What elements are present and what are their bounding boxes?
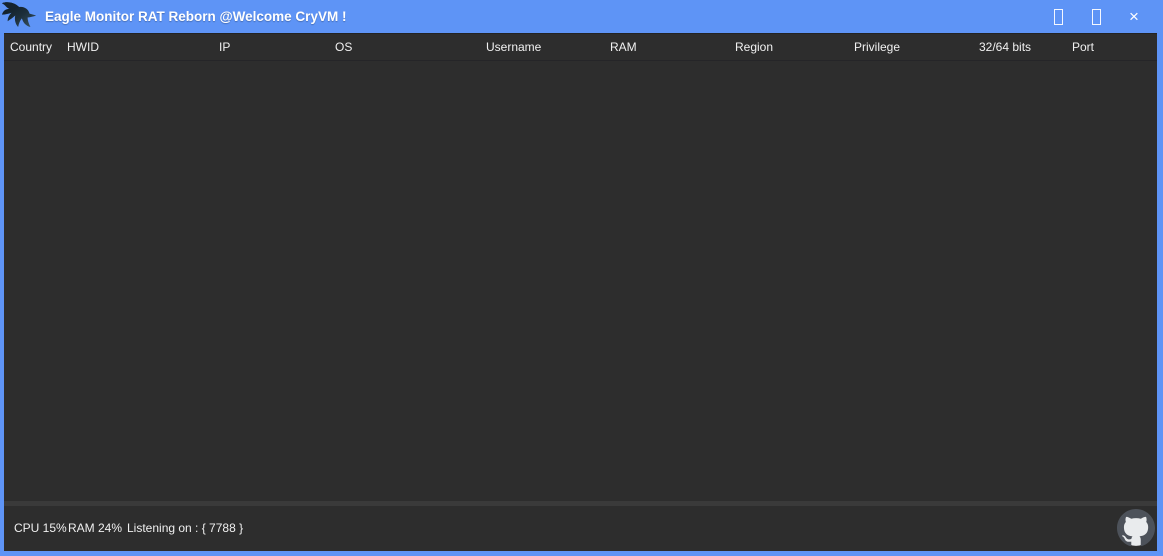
column-header-privilege[interactable]: Privilege: [854, 34, 900, 61]
statusbar: CPU 15% RAM 24% Listening on : { 7788 }: [4, 506, 1157, 551]
listening-port-label: Listening on : { 7788 }: [127, 506, 243, 551]
window-title: Eagle Monitor RAT Reborn @Welcome CryVM …: [45, 0, 346, 33]
column-header-ip[interactable]: IP: [219, 34, 230, 61]
client-table-header: Country HWID IP OS Username RAM Region Privileg…: [4, 34, 1157, 61]
eagle-logo-icon: [1, 0, 39, 33]
maximize-icon: [1092, 9, 1101, 25]
column-header-32-64-bits[interactable]: 32/64 bits: [979, 34, 1031, 61]
window-controls: ×: [1039, 0, 1153, 33]
ram-usage-label: RAM 24%: [68, 506, 122, 551]
github-icon[interactable]: [1117, 509, 1155, 547]
column-header-country[interactable]: Country: [10, 34, 52, 61]
column-header-region[interactable]: Region: [735, 34, 773, 61]
column-header-ram[interactable]: RAM: [610, 34, 637, 61]
close-icon: ×: [1129, 8, 1139, 25]
minimize-button[interactable]: [1039, 0, 1077, 33]
column-header-username[interactable]: Username: [486, 34, 541, 61]
client-table-body[interactable]: [4, 62, 1157, 507]
minimize-icon: [1054, 9, 1063, 25]
titlebar: Eagle Monitor RAT Reborn @Welcome CryVM …: [0, 0, 1163, 33]
column-header-hwid[interactable]: HWID: [67, 34, 99, 61]
column-header-os[interactable]: OS: [335, 34, 352, 61]
maximize-button[interactable]: [1077, 0, 1115, 33]
close-button[interactable]: ×: [1115, 0, 1153, 33]
cpu-usage-label: CPU 15%: [14, 506, 67, 551]
column-header-port[interactable]: Port: [1072, 34, 1094, 61]
client-list-panel: Country HWID IP OS Username RAM Region Privileg…: [4, 33, 1157, 551]
